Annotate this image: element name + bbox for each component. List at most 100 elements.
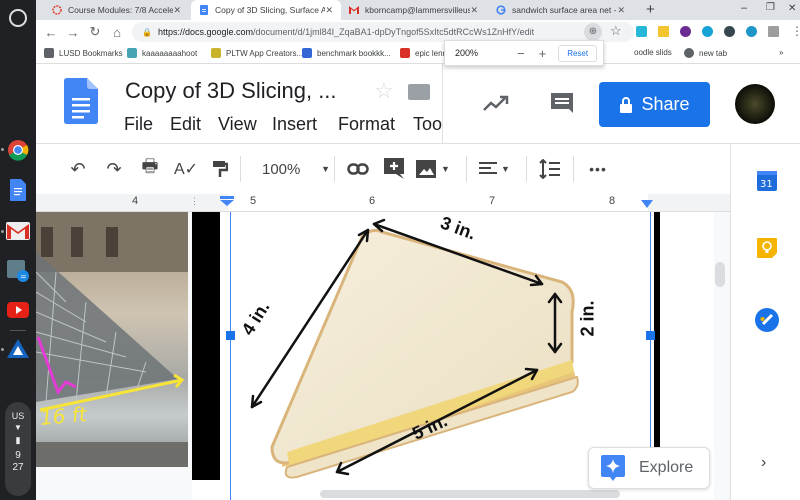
zoom-indicator-icon[interactable]: ⊕ (584, 23, 602, 41)
launcher-button[interactable] (9, 9, 27, 27)
bookmark-item[interactable]: kaaaaaaaahoot (127, 48, 197, 58)
star-icon[interactable]: ☆ (374, 78, 394, 104)
zoom-level: 200% (455, 48, 479, 58)
document-title[interactable]: Copy of 3D Slicing, ... (125, 78, 337, 104)
more-options-icon[interactable]: ••• (586, 158, 610, 180)
canvas-icon (52, 5, 62, 15)
explore-star-icon (601, 455, 625, 481)
classroom-icon (211, 48, 221, 58)
bookmark-item[interactable]: PLTW App Creators... (211, 48, 303, 58)
address-bar[interactable]: 🔒 https://docs.google.com/document/d/1jm… (132, 22, 634, 42)
redo-icon[interactable]: ↷ (102, 158, 126, 180)
ruler: 4 ⋮ 5 6 7 8 (36, 194, 730, 212)
paint-format-icon[interactable] (208, 158, 232, 180)
zoom-in-button[interactable]: + (539, 46, 547, 61)
close-tab-icon[interactable]: ✕ (470, 5, 478, 16)
line-spacing-icon[interactable] (538, 158, 562, 180)
restore-button[interactable]: ❐ (766, 2, 775, 13)
browser-menu-icon[interactable]: ⋮ (791, 24, 800, 38)
extension-icon[interactable] (680, 26, 691, 37)
extension-icon[interactable] (724, 26, 735, 37)
forward-button[interactable]: → (64, 23, 82, 41)
print-icon[interactable]: 🖶 (138, 156, 162, 180)
activity-trend-icon[interactable] (483, 95, 509, 113)
comment-icon[interactable] (549, 91, 575, 117)
zoom-select[interactable]: 100% ▼ (254, 159, 330, 179)
undo-icon[interactable]: ↶ (66, 158, 90, 180)
status-tray[interactable]: US ▼ ▮ 9 27 (5, 402, 31, 496)
right-indent-marker[interactable] (641, 200, 653, 208)
align-button[interactable]: ▼ (479, 158, 515, 180)
height-label-2in: 2 in. (577, 300, 598, 337)
tab-google-search[interactable]: sandwich surface area net - Google ✕ (488, 0, 633, 20)
share-button[interactable]: Share (599, 82, 710, 127)
toolbar-separator (526, 156, 527, 182)
extension-icon[interactable] (746, 26, 757, 37)
back-button[interactable]: ← (42, 23, 60, 41)
menu-file[interactable]: File (124, 114, 153, 135)
calendar-icon[interactable]: 31 (757, 169, 777, 191)
menu-view[interactable]: View (218, 114, 257, 135)
tab-gmail[interactable]: kborncamp@lammersvilleusd.net ✕ (341, 0, 486, 20)
horizontal-scrollbar-thumb[interactable] (320, 490, 620, 498)
extension-icon[interactable] (636, 26, 647, 37)
spellcheck-icon[interactable]: A✓ (174, 158, 198, 180)
close-window-button[interactable]: ✕ (788, 3, 796, 14)
extension-icon[interactable] (658, 26, 669, 37)
link-icon[interactable] (346, 158, 370, 180)
home-button[interactable]: ⌂ (108, 23, 126, 41)
close-tab-icon[interactable]: ✕ (173, 5, 181, 16)
image-border-left (192, 212, 220, 480)
left-indent-marker[interactable] (220, 196, 234, 206)
kami-app-icon[interactable] (6, 337, 30, 361)
close-tab-icon[interactable]: ✕ (617, 5, 625, 16)
new-tab-button[interactable]: + (646, 1, 655, 18)
explore-button[interactable]: Explore (588, 447, 710, 489)
tab-docs[interactable]: Copy of 3D Slicing, Surface Area ✕ (191, 0, 341, 20)
insert-image-button[interactable]: ▼ (416, 158, 456, 180)
menu-format[interactable]: Format (338, 114, 395, 135)
docs-toolbar: ↶ ↷ 🖶 A✓ 100% ▼ ▼ ▼ ••• (36, 144, 730, 194)
pyramid-photo[interactable]: 16 ft (36, 212, 188, 467)
bookmarks-overflow-button[interactable]: » (779, 48, 783, 57)
menu-edit[interactable]: Edit (170, 114, 201, 135)
menu-tools[interactable]: Too (413, 114, 442, 135)
keep-icon[interactable] (757, 238, 777, 258)
bookmark-item[interactable]: oodle slids (634, 48, 672, 57)
bookmark-item[interactable]: benchmark bookkk... (302, 48, 391, 58)
menu-insert[interactable]: Insert (272, 114, 317, 135)
youtube-app-icon[interactable] (6, 298, 30, 322)
ruler-text-area (228, 194, 648, 211)
bookmark-folder[interactable]: LUSD Bookmarks (44, 48, 123, 58)
ruler-drag-handle[interactable]: ⋮ (190, 196, 199, 207)
kahoot-icon (127, 48, 137, 58)
chrome-app-icon[interactable] (6, 138, 30, 162)
wifi-icon: ▼ (14, 423, 22, 432)
ruler-number: 6 (369, 195, 376, 207)
gmail-app-icon[interactable] (6, 219, 30, 243)
ruler-number: 5 (250, 195, 257, 207)
vertical-scrollbar-thumb[interactable] (715, 262, 725, 287)
globe-icon (684, 48, 694, 58)
tab-course-modules[interactable]: Course Modules: 7/8 Accelerated ✕ (44, 0, 189, 20)
minimize-button[interactable]: – (741, 2, 747, 14)
calculator-app-icon[interactable]: = (6, 259, 30, 283)
reload-button[interactable]: ↻ (86, 23, 104, 41)
running-indicator (1, 348, 4, 351)
account-avatar[interactable] (735, 84, 775, 124)
folder-icon[interactable] (408, 84, 430, 100)
zoom-reset-button[interactable]: Reset (558, 44, 598, 62)
expand-panel-chevron-icon[interactable]: › (761, 454, 766, 472)
tasks-icon[interactable] (755, 308, 779, 332)
extension-icon[interactable] (702, 26, 713, 37)
docs-logo-icon[interactable] (64, 78, 98, 124)
docs-app-icon[interactable] (6, 178, 30, 202)
browser-toolbar: ← → ↻ ⌂ 🔒 https://docs.google.com/docume… (36, 20, 800, 44)
bookmark-item[interactable]: epic lenn (400, 48, 447, 58)
extension-icon[interactable] (768, 26, 779, 37)
bookmark-item[interactable]: new tab (684, 48, 727, 58)
close-tab-icon[interactable]: ✕ (325, 5, 333, 16)
add-comment-icon[interactable] (382, 158, 406, 180)
zoom-out-button[interactable]: − (517, 46, 525, 61)
bookmark-star-icon[interactable]: ☆ (610, 23, 622, 39)
